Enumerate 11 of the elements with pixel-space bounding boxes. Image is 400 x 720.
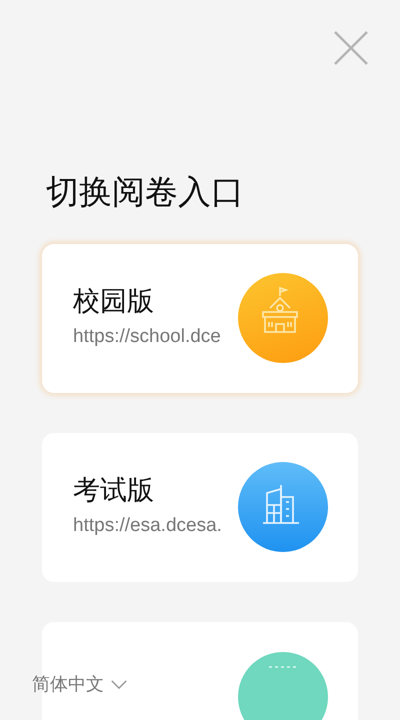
entry-url: https://school.dce — [73, 324, 222, 348]
entry-title: 校园版 — [73, 284, 155, 318]
entry-title: 考试版 — [73, 474, 155, 508]
round-icon — [238, 652, 328, 720]
chevron-down-icon[interactable] — [110, 678, 128, 690]
page-heading: 切换阅卷入口 — [46, 172, 245, 212]
language-selector[interactable]: 简体中文 — [32, 672, 128, 696]
entry-url: https://esa.dcesa. — [73, 514, 223, 538]
entry-card[interactable]: 校园版 https://school.dce — [42, 244, 358, 393]
close-icon[interactable] — [333, 30, 369, 66]
entry-card[interactable]: 考试版 https://esa.dcesa. — [42, 433, 358, 582]
